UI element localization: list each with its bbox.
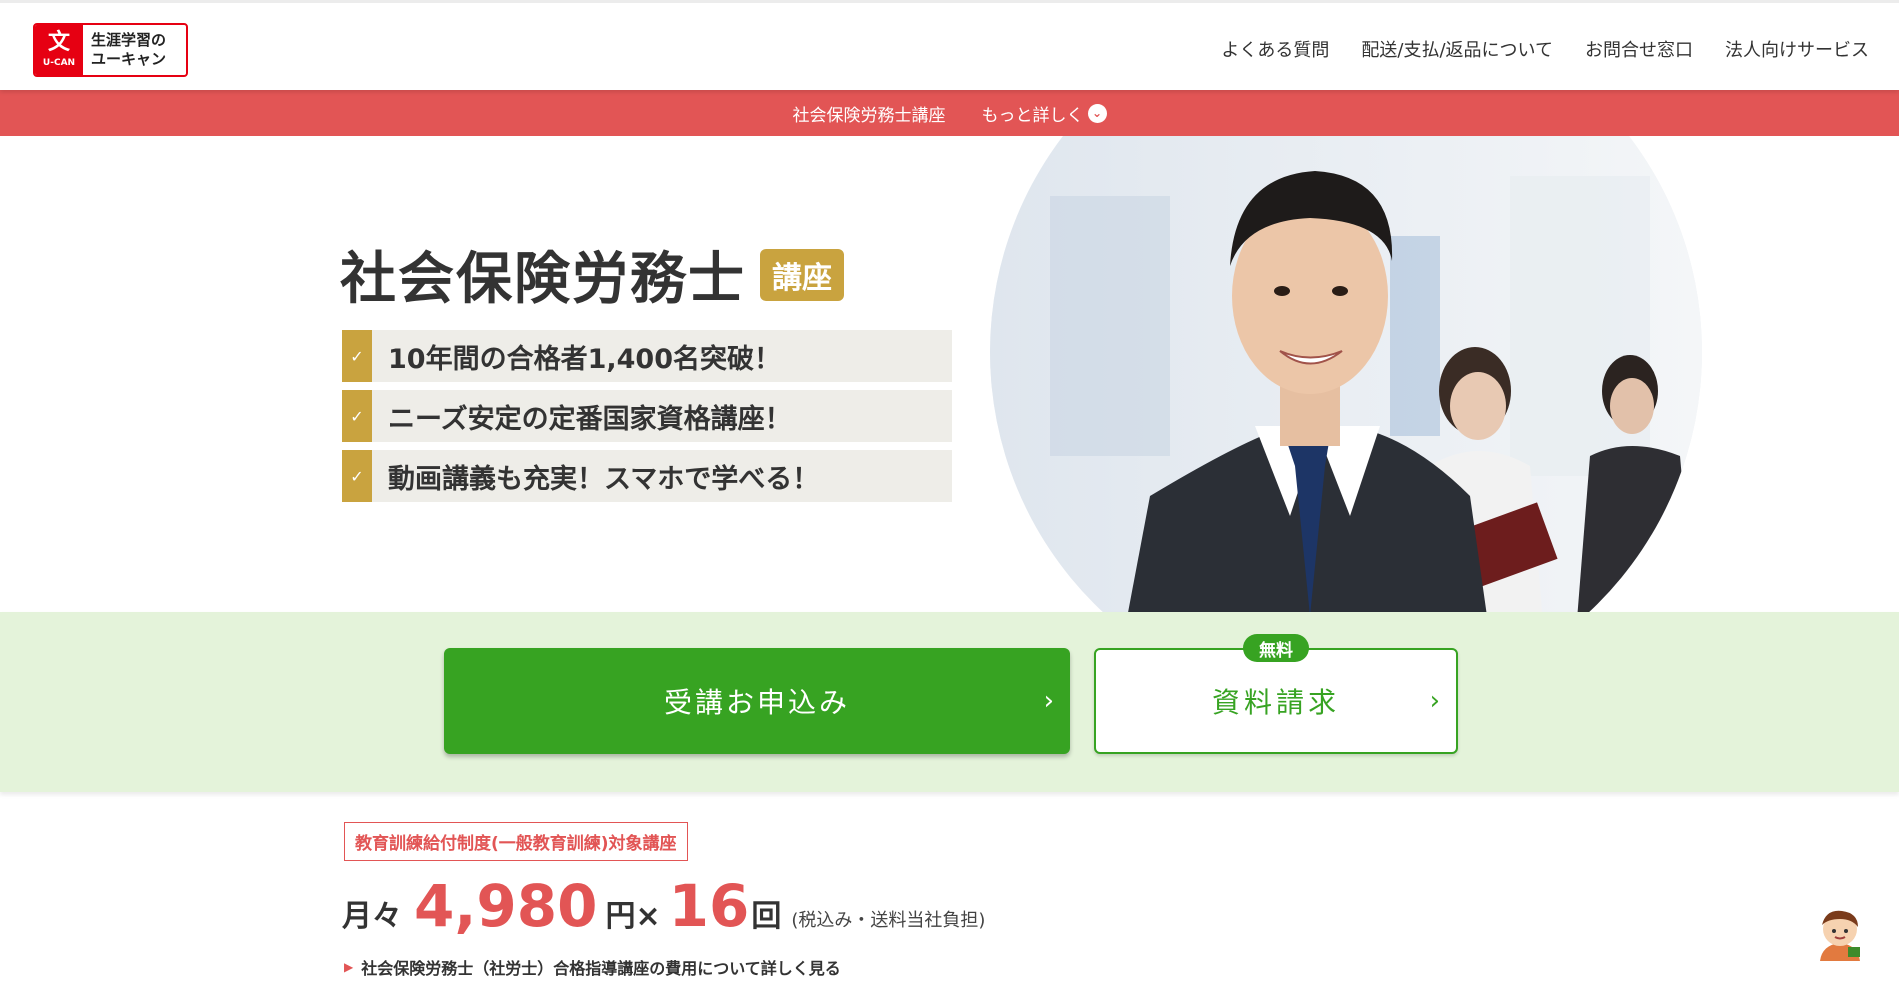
businessman-illustration bbox=[990, 136, 1702, 612]
hero-title-row: 社会保険労務士 講座 bbox=[340, 234, 844, 315]
subnav-course-title[interactable]: 社会保険労務士講座 bbox=[793, 101, 946, 126]
ucan-logo-icon: 文 bbox=[47, 29, 70, 55]
feature-item: ✓ 10年間の合格者1,400名突破！ bbox=[342, 330, 952, 382]
title-badge: 講座 bbox=[760, 248, 844, 301]
installment-count: 16 bbox=[668, 872, 750, 940]
hero-section: 社会保険労務士 講座 ✓ 10年間の合格者1,400名突破！ ✓ ニーズ安定の定… bbox=[0, 136, 1899, 612]
check-icon: ✓ bbox=[342, 390, 372, 442]
character-face-icon bbox=[1820, 910, 1860, 961]
request-brochure-button[interactable]: 資料請求 › bbox=[1094, 648, 1458, 754]
logo-line2: ユーキャン bbox=[91, 50, 167, 68]
feature-text: 10年間の合格者1,400名突破！ bbox=[388, 343, 781, 375]
logo-mark-text: U-CAN bbox=[42, 57, 76, 68]
feature-list: ✓ 10年間の合格者1,400名突破！ ✓ ニーズ安定の定番国家資格講座！ ✓ … bbox=[342, 330, 952, 510]
chat-character-icon[interactable] bbox=[1812, 905, 1868, 961]
feature-text: ニーズ安定の定番国家資格講座！ bbox=[388, 403, 792, 435]
header-nav: よくある質問 配送/支払/返品について お問合せ窓口 法人向けサービス bbox=[1221, 36, 1869, 62]
price-unit: 円× bbox=[605, 899, 661, 934]
check-icon: ✓ bbox=[342, 330, 372, 382]
price-prefix: 月々 bbox=[342, 899, 402, 934]
triangle-right-icon: ▶ bbox=[344, 960, 354, 974]
cta-band: 受講お申込み › 資料請求 › 無料 bbox=[0, 612, 1899, 792]
chevron-down-icon: ⌄ bbox=[1087, 103, 1107, 123]
price-line: 月々 4,980 円× 16 回 (税込み・送料当社負担) bbox=[342, 872, 985, 940]
price-detail-link[interactable]: ▶ 社会保険労務士（社労士）合格指導講座の費用について詳しく見る bbox=[344, 955, 841, 979]
ucan-logo[interactable]: 文 U-CAN 生涯学習の ユーキャン bbox=[33, 23, 188, 77]
chevron-right-icon: › bbox=[1429, 686, 1440, 716]
nav-contact[interactable]: お問合せ窓口 bbox=[1585, 36, 1693, 62]
course-subnav: 社会保険労務士講座 もっと詳しく ⌄ bbox=[0, 90, 1899, 136]
site-header: 文 U-CAN 生涯学習の ユーキャン よくある質問 配送/支払/返品について … bbox=[0, 0, 1899, 90]
feature-item: ✓ 動画講義も充実！スマホで学べる！ bbox=[342, 450, 952, 502]
free-badge: 無料 bbox=[1243, 634, 1309, 662]
nav-shipping[interactable]: 配送/支払/返品について bbox=[1361, 36, 1553, 62]
request-button-label: 資料請求 bbox=[1211, 686, 1340, 719]
nav-faq[interactable]: よくある質問 bbox=[1221, 36, 1329, 62]
nav-corporate[interactable]: 法人向けサービス bbox=[1725, 36, 1869, 62]
page-title: 社会保険労務士 bbox=[340, 247, 746, 312]
price-amount: 4,980 bbox=[414, 872, 598, 940]
hero-photo bbox=[990, 136, 1702, 612]
apply-button[interactable]: 受講お申込み › bbox=[444, 648, 1070, 754]
feature-text: 動画講義も充実！スマホで学べる！ bbox=[388, 463, 820, 495]
chevron-right-icon: › bbox=[1043, 686, 1054, 716]
price-detail-label: 社会保険労務士（社労士）合格指導講座の費用について詳しく見る bbox=[361, 959, 841, 978]
feature-item: ✓ ニーズ安定の定番国家資格講座！ bbox=[342, 390, 952, 442]
subnav-more-label: もっと詳しく bbox=[981, 105, 1084, 126]
installment-unit: 回 bbox=[751, 899, 782, 934]
check-icon: ✓ bbox=[342, 450, 372, 502]
kyufu-badge: 教育訓練給付制度(一般教育訓練)対象講座 bbox=[344, 822, 688, 861]
logo-mark: 文 U-CAN bbox=[35, 25, 83, 75]
logo-text: 生涯学習の ユーキャン bbox=[83, 25, 186, 75]
apply-button-label: 受講お申込み bbox=[663, 686, 850, 719]
subnav-more-toggle[interactable]: もっと詳しく ⌄ bbox=[982, 101, 1107, 126]
logo-line1: 生涯学習の bbox=[91, 31, 167, 49]
price-note: (税込み・送料当社負担) bbox=[791, 910, 986, 931]
